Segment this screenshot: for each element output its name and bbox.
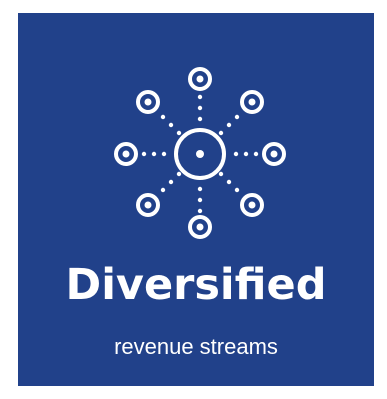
network-hub-icon bbox=[114, 67, 286, 239]
logo-card: Diversified revenue streams bbox=[18, 13, 374, 386]
subheadline-text: revenue streams bbox=[114, 334, 278, 359]
headline-text: Diversified bbox=[65, 260, 327, 310]
